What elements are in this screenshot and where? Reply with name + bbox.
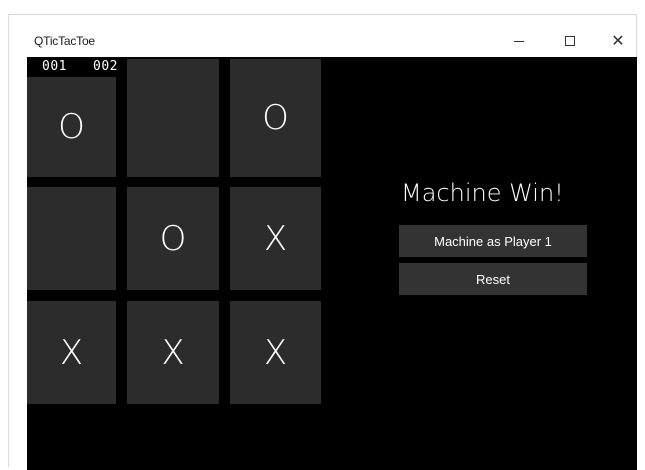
game-area: O O 001 002 O X X X X Machine Win! Machi… — [27, 57, 637, 470]
game-status: Machine Win! — [401, 179, 564, 207]
board-cell-8[interactable]: X — [230, 301, 321, 404]
app-window: QTicTacToe ✕ O O 001 002 O X X X X Machi… — [8, 14, 637, 470]
maximize-button[interactable] — [547, 29, 593, 53]
title-bar[interactable]: QTicTacToe ✕ — [9, 15, 636, 57]
window-title: QTicTacToe — [34, 34, 95, 48]
minimize-icon — [514, 40, 524, 42]
board-cell-6[interactable]: X — [27, 301, 116, 404]
counter-left: 001 — [42, 59, 67, 74]
board-cell-7[interactable]: X — [127, 301, 219, 404]
minimize-button[interactable] — [496, 29, 542, 53]
board-cell-3[interactable] — [27, 187, 116, 290]
board-cell-4[interactable]: O — [127, 187, 219, 290]
board-cell-0[interactable]: O — [27, 77, 116, 177]
board-cell-2[interactable]: O — [230, 59, 321, 177]
maximize-icon — [565, 36, 575, 46]
close-button[interactable]: ✕ — [595, 29, 641, 53]
reset-button[interactable]: Reset — [399, 263, 587, 295]
machine-as-player-1-button[interactable]: Machine as Player 1 — [399, 225, 587, 257]
board-cell-1[interactable] — [127, 59, 219, 177]
close-icon: ✕ — [611, 31, 625, 50]
board-cell-5[interactable]: X — [230, 187, 321, 290]
counter-right: 002 — [93, 59, 118, 74]
